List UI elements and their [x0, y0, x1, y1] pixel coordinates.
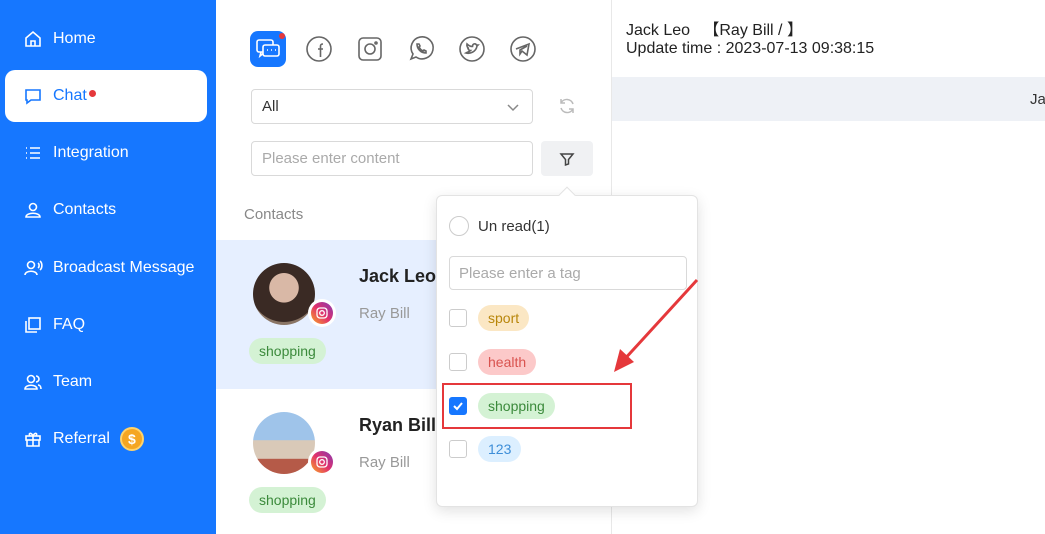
- sidebar-item-home[interactable]: Home: [5, 13, 207, 65]
- sidebar-item-label: Referral: [53, 430, 110, 447]
- sidebar-item-referral[interactable]: Referral $: [5, 413, 207, 465]
- coin-icon: $: [119, 427, 144, 451]
- checkbox[interactable]: [449, 309, 467, 327]
- sidebar-item-label: Contacts: [53, 201, 117, 218]
- update-time: Update time : 2023-07-13 09:38:15: [626, 40, 875, 57]
- sidebar-item-label: Chat: [53, 87, 87, 104]
- sidebar-item-label: Broadcast Message: [53, 259, 195, 276]
- highlight-box: [442, 383, 632, 429]
- unread-label: Un read(1): [478, 217, 550, 235]
- sidebar-item-team[interactable]: Team: [5, 356, 207, 408]
- telegram-icon[interactable]: [505, 31, 541, 67]
- message-bar: Ja: [612, 77, 1045, 121]
- contacts-section-label: Contacts: [244, 206, 304, 223]
- facebook-icon[interactable]: [301, 31, 337, 67]
- contact-name: Ryan Bill: [359, 415, 437, 435]
- sidebar-item-contacts[interactable]: Contacts: [5, 184, 207, 236]
- instagram-icon[interactable]: [352, 31, 388, 67]
- all-messages-icon[interactable]: [250, 31, 286, 67]
- filter-button[interactable]: [541, 141, 593, 176]
- contact-account: Ray Bill: [359, 305, 410, 322]
- broadcast-icon: [24, 260, 43, 276]
- chevron-down-icon: [507, 103, 519, 111]
- annotation-arrow-icon: [614, 278, 699, 372]
- sidebar-item-integration[interactable]: Integration: [5, 127, 207, 179]
- sidebar-item-label: Team: [53, 373, 93, 390]
- sidebar-item-faq[interactable]: FAQ: [5, 299, 207, 351]
- gift-icon: [25, 432, 41, 447]
- faq-icon: [25, 317, 41, 333]
- twitter-icon[interactable]: [454, 31, 490, 67]
- select-value: All: [262, 98, 279, 115]
- unread-dot: [89, 90, 96, 97]
- whatsapp-icon[interactable]: [403, 31, 439, 67]
- sidebar-item-label: Integration: [53, 144, 129, 161]
- conversation-header: Jack Leo 【Ray Bill / 】: [626, 22, 803, 39]
- filter-icon: [559, 152, 575, 166]
- tag-pill: 123: [478, 436, 522, 462]
- checkbox[interactable]: [449, 353, 467, 371]
- sidebar: Home Chat Integration Contacts Broadcast…: [0, 0, 216, 534]
- search-input[interactable]: [251, 141, 533, 176]
- message-bar-text: Ja: [1030, 91, 1045, 108]
- user-icon: [25, 202, 41, 218]
- sidebar-item-chat[interactable]: Chat: [5, 70, 207, 122]
- avatar: [253, 412, 315, 474]
- sidebar-item-broadcast[interactable]: Broadcast Message: [5, 242, 207, 294]
- instagram-badge-icon: [308, 299, 336, 327]
- contact-tag: shopping: [249, 487, 326, 513]
- contact-account: Ray Bill: [359, 454, 410, 471]
- tag-pill: health: [478, 349, 537, 375]
- tag-pill: sport: [478, 305, 530, 331]
- sidebar-item-label: FAQ: [53, 316, 86, 333]
- team-icon: [24, 374, 42, 390]
- radio-icon: [449, 216, 469, 236]
- refresh-icon[interactable]: [557, 96, 577, 116]
- home-icon: [25, 30, 41, 47]
- tag-option-123[interactable]: 123: [449, 436, 522, 462]
- platform-account-select[interactable]: All: [251, 89, 533, 124]
- instagram-badge-icon: [308, 448, 336, 476]
- contact-tag: shopping: [249, 338, 326, 364]
- chat-icon: [25, 89, 41, 105]
- contact-name: Jack Leo: [359, 266, 437, 286]
- checkbox[interactable]: [449, 440, 467, 458]
- sidebar-item-label: Home: [53, 30, 96, 47]
- avatar: [253, 263, 315, 325]
- tag-option-sport[interactable]: sport: [449, 305, 530, 331]
- unread-filter-radio[interactable]: Un read(1): [449, 216, 550, 236]
- platform-switcher: [250, 31, 556, 67]
- tag-option-health[interactable]: health: [449, 349, 537, 375]
- list-icon: [26, 147, 40, 159]
- unread-dot: [279, 33, 285, 39]
